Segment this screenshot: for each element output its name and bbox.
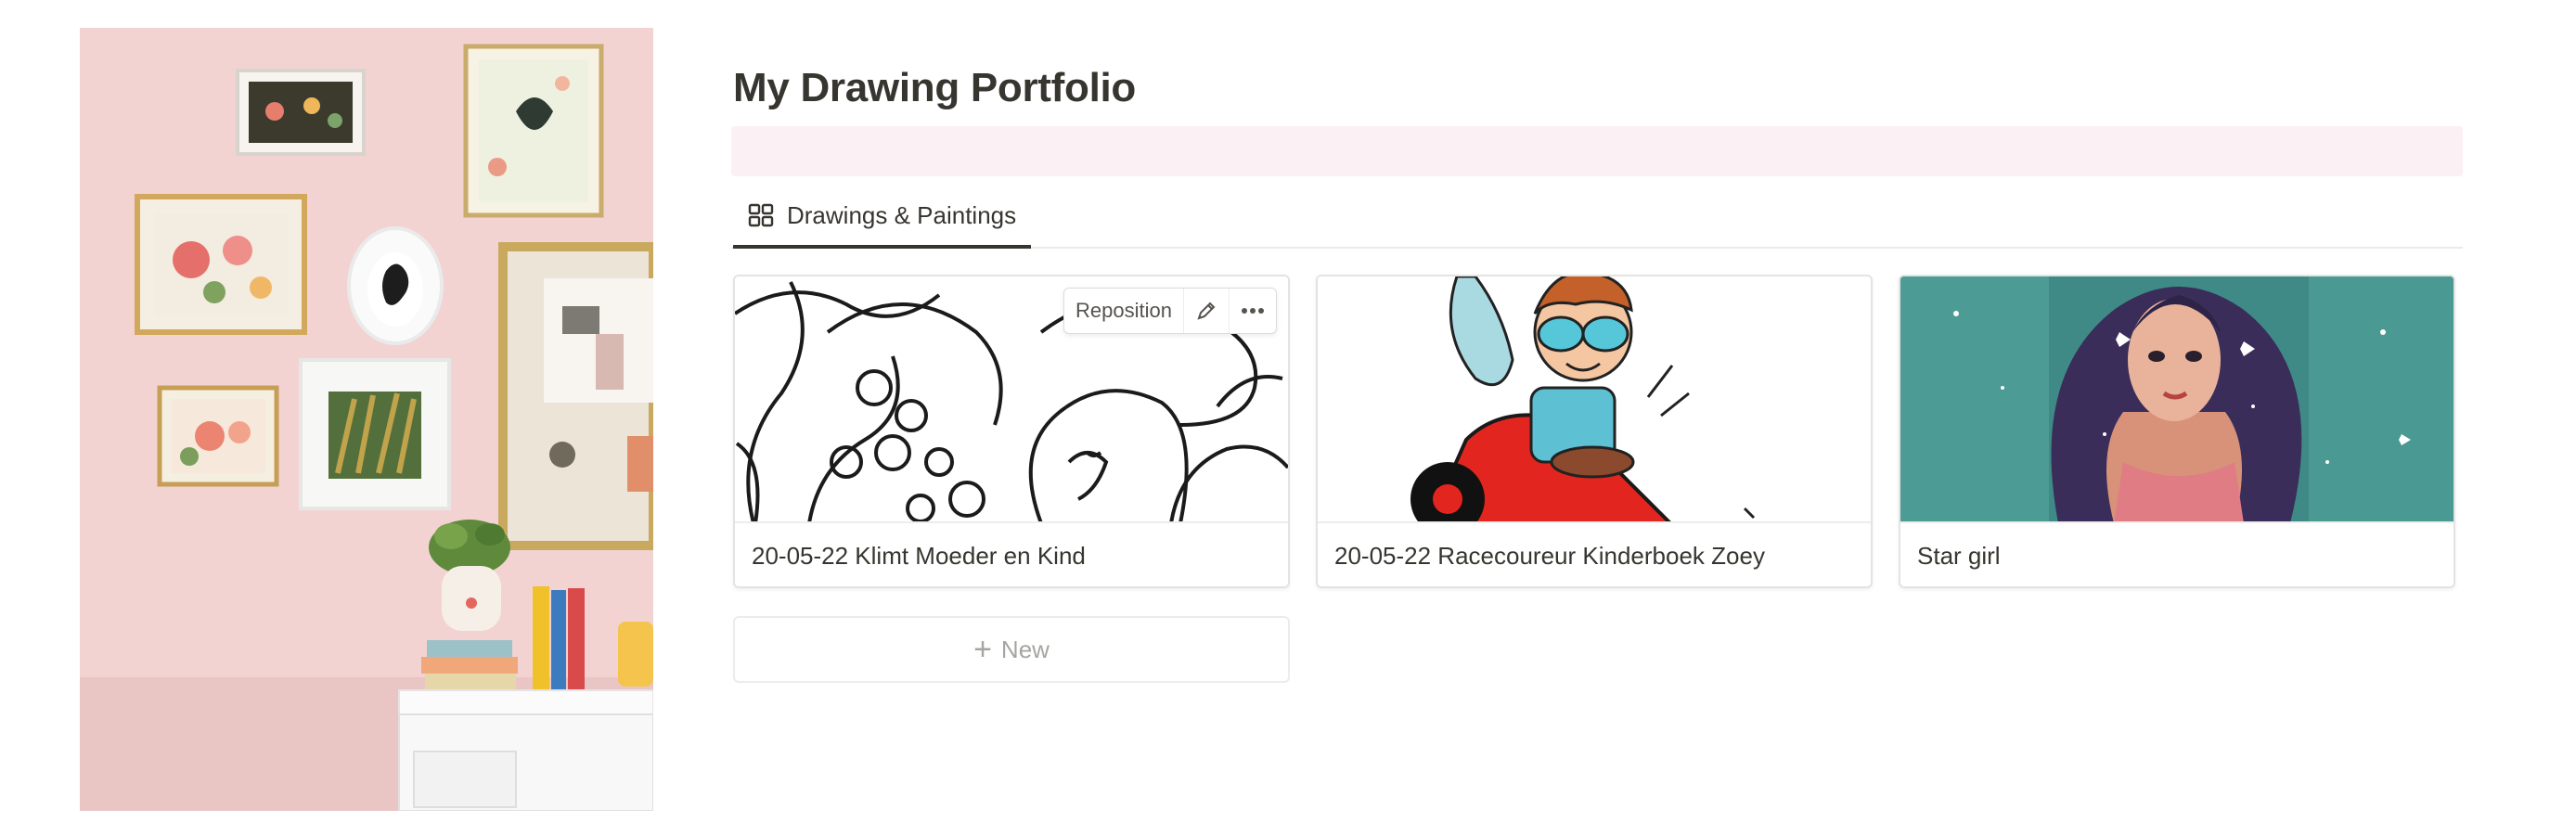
plus-icon: +: [973, 632, 992, 667]
gallery-card[interactable]: Reposition 20-05-22 Klimt Moeder en Kind: [733, 275, 1290, 588]
watercolor-portrait-image: [1900, 276, 2454, 521]
pencil-icon: [1197, 302, 1216, 320]
card-cover-image: [1318, 276, 1871, 523]
more-horizontal-icon: [1242, 308, 1264, 314]
card-title: Star girl: [1917, 542, 2001, 570]
gallery-card[interactable]: 20-05-22 Racecoureur Kinderboek Zoey: [1316, 275, 1873, 588]
callout-banner: [731, 126, 2463, 176]
edit-button[interactable]: [1183, 289, 1229, 333]
card-hover-toolbar: Reposition: [1063, 288, 1277, 334]
main-content: My Drawing Portfolio Drawings & Painting…: [731, 0, 2463, 822]
page-title: My Drawing Portfolio: [733, 65, 1137, 110]
page-cover-image: [80, 28, 653, 811]
new-card-label: New: [1000, 635, 1050, 663]
reposition-button[interactable]: Reposition: [1064, 289, 1183, 333]
cartoon-race-car-image: [1318, 276, 1871, 521]
view-tab-bar: Drawings & Paintings: [731, 186, 2463, 249]
cover-artwork: [80, 28, 653, 811]
tab-drawings-and-paintings[interactable]: Drawings & Paintings: [733, 186, 1032, 249]
tab-label: Drawings & Paintings: [787, 200, 1017, 229]
card-title: 20-05-22 Racecoureur Kinderboek Zoey: [1334, 542, 1765, 570]
gallery-card[interactable]: Star girl: [1899, 275, 2455, 588]
more-options-button[interactable]: [1229, 289, 1276, 333]
new-card-button[interactable]: + New: [733, 616, 1290, 683]
gallery-grid-icon: [748, 203, 774, 227]
card-title: 20-05-22 Klimt Moeder en Kind: [752, 542, 1086, 570]
card-cover-image: [1900, 276, 2454, 523]
